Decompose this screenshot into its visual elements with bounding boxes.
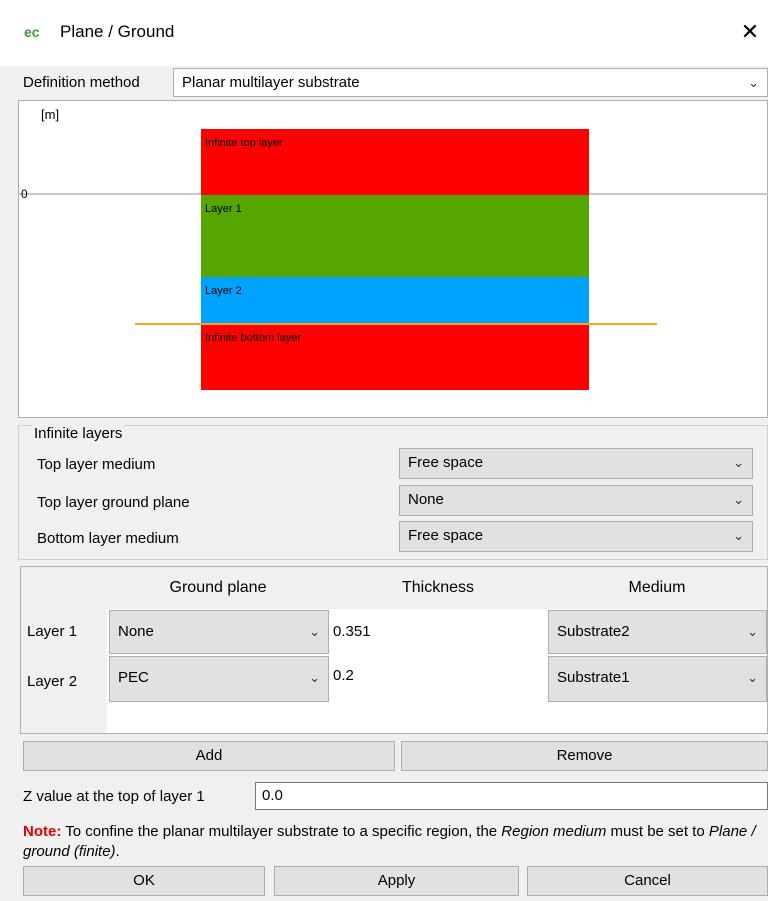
column-header-ground-plane: Ground plane [169, 579, 267, 596]
layer-label: Layer 1 [205, 203, 242, 215]
chevron-down-icon: ⌄ [309, 624, 320, 639]
z-value-input[interactable]: 0.0 [255, 782, 768, 810]
layer-2-thickness-cell[interactable]: 0.2 [333, 667, 354, 684]
note-body: must be set to [606, 823, 709, 840]
note-text: Note: To confine the planar multilayer s… [23, 822, 768, 862]
bottom-layer-medium-label: Bottom layer medium [37, 530, 179, 547]
bottom-layer-medium-select[interactable]: Free space ⌄ [399, 521, 753, 552]
layer-2-ground-plane-select[interactable]: PEC ⌄ [109, 656, 329, 702]
layer-label: Layer 2 [205, 285, 242, 297]
layer-label: Infinite bottom layer [205, 332, 301, 344]
layer-2-block: Layer 2 [201, 277, 589, 324]
definition-method-select[interactable]: Planar multilayer substrate ⌄ [173, 68, 768, 97]
layers-table: Ground plane Thickness Medium Layer 1 No… [20, 566, 768, 734]
top-layer-medium-label: Top layer medium [37, 456, 156, 473]
infinite-bottom-layer-block: Infinite bottom layer [201, 324, 589, 390]
top-layer-medium-select[interactable]: Free space ⌄ [399, 448, 753, 479]
layer-1-medium-select[interactable]: Substrate2 ⌄ [548, 610, 767, 654]
note-prefix: Note: [23, 823, 62, 840]
layer-2-ground-plane-value: PEC [118, 669, 149, 686]
chevron-down-icon: ⌄ [748, 75, 759, 90]
infinite-top-layer-block: Infinite top layer [201, 129, 589, 195]
top-layer-ground-plane-label: Top layer ground plane [37, 494, 190, 511]
ok-button[interactable]: OK [23, 866, 265, 896]
close-icon[interactable]: ✕ [738, 18, 762, 46]
layer-label: Infinite top layer [205, 137, 283, 149]
z-value-label: Z value at the top of layer 1 [23, 788, 205, 805]
layer-1-ground-plane-select[interactable]: None ⌄ [109, 610, 329, 654]
chevron-down-icon: ⌄ [747, 670, 758, 685]
note-body: To confine the planar multilayer substra… [61, 823, 502, 840]
row-header-layer-1: Layer 1 [27, 623, 78, 640]
add-button[interactable]: Add [23, 741, 395, 771]
apply-button[interactable]: Apply [274, 866, 519, 896]
layer-1-block: Layer 1 [201, 195, 589, 277]
layer-1-thickness-cell[interactable]: 0.351 [333, 623, 371, 640]
layer-1-ground-plane-value: None [118, 623, 154, 640]
note-body: . [115, 843, 120, 860]
layer-2-medium-value: Substrate1 [557, 669, 630, 686]
column-header-medium: Medium [628, 579, 686, 596]
column-header-thickness: Thickness [401, 579, 475, 596]
definition-method-label: Definition method [23, 74, 140, 91]
layer-1-medium-value: Substrate2 [557, 623, 630, 640]
remove-button[interactable]: Remove [401, 741, 768, 771]
chevron-down-icon: ⌄ [309, 670, 320, 685]
chevron-down-icon: ⌄ [733, 528, 744, 543]
chevron-down-icon: ⌄ [733, 492, 744, 507]
row-header-layer-2: Layer 2 [27, 673, 78, 690]
top-layer-medium-value: Free space [408, 454, 484, 471]
layer-preview: [m] 0 Infinite top layer Layer 1 Layer 2… [18, 100, 768, 418]
top-layer-ground-plane-select[interactable]: None ⌄ [399, 485, 753, 516]
note-emphasis: Region medium [501, 823, 607, 840]
window-title: Plane / Ground [60, 22, 175, 41]
bottom-layer-medium-value: Free space [408, 527, 484, 544]
chevron-down-icon: ⌄ [747, 624, 758, 639]
ground-plane-line [135, 323, 657, 325]
zero-label: 0 [21, 187, 28, 201]
chevron-down-icon: ⌄ [733, 455, 744, 470]
top-layer-ground-plane-value: None [408, 491, 444, 508]
layer-2-medium-select[interactable]: Substrate1 ⌄ [548, 656, 767, 702]
definition-method-value: Planar multilayer substrate [182, 74, 360, 91]
app-icon: ec [24, 24, 40, 40]
infinite-layers-title: Infinite layers [32, 425, 125, 442]
cancel-button[interactable]: Cancel [527, 866, 768, 896]
unit-label: [m] [41, 107, 60, 122]
